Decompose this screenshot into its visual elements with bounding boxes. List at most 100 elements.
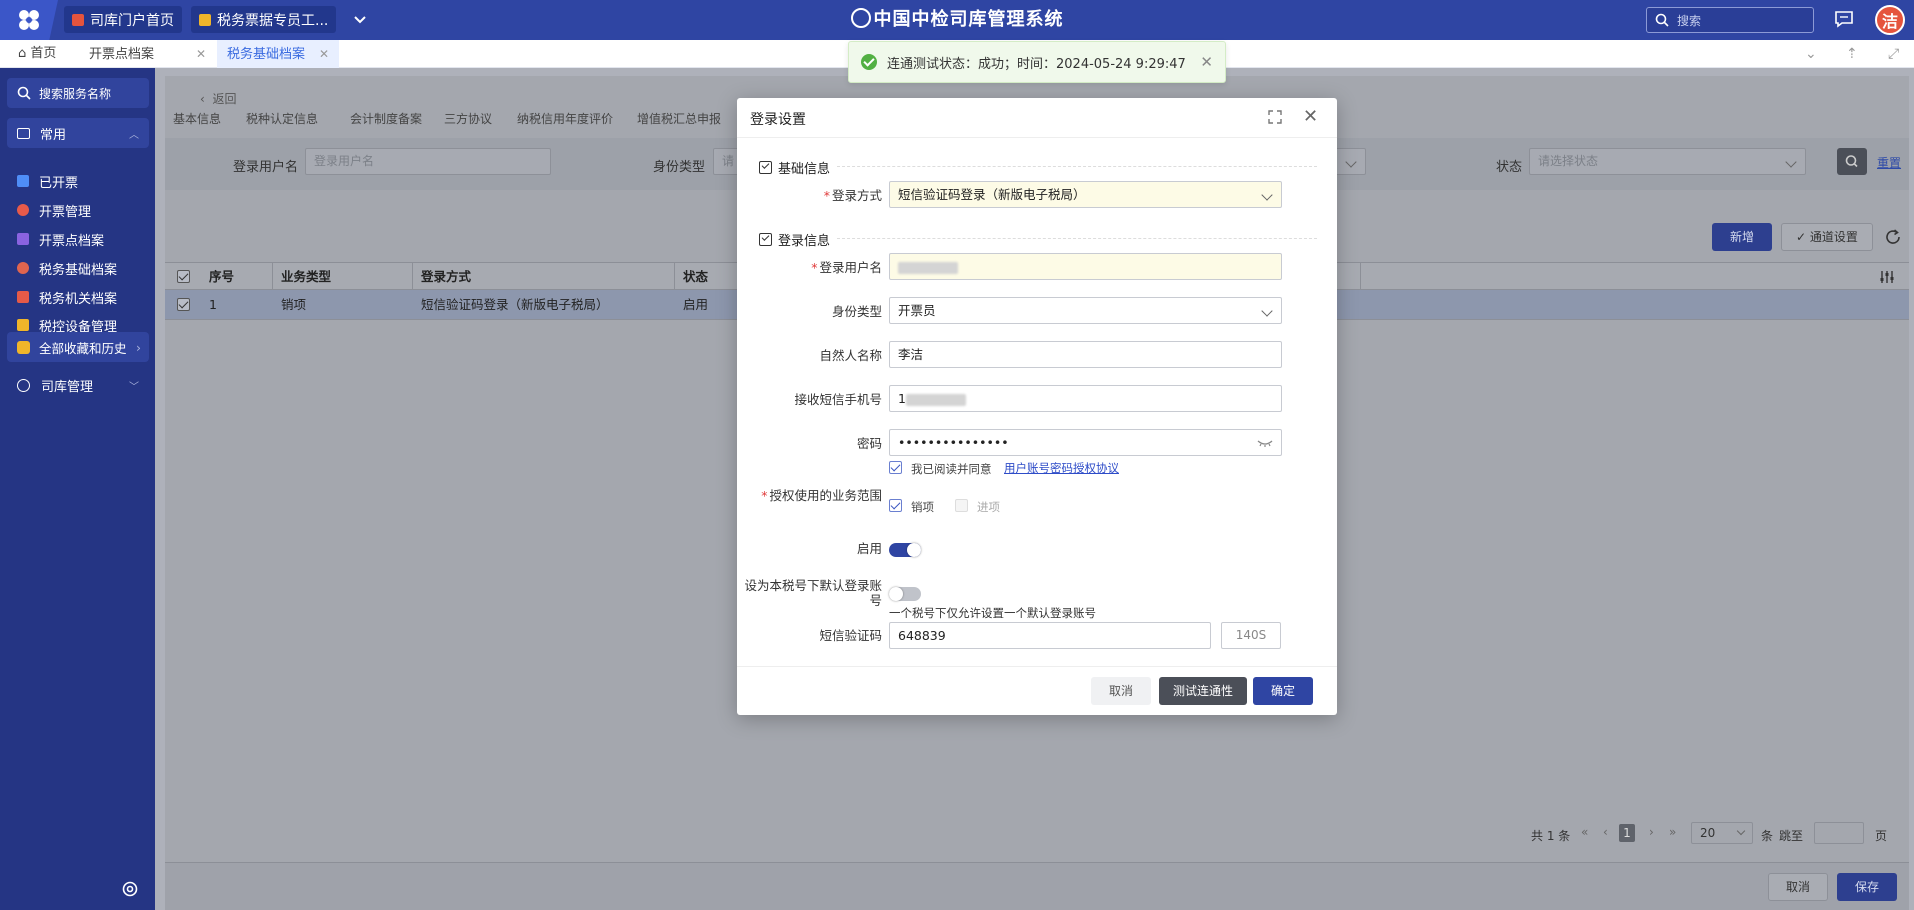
subtab-tripartite[interactable]: 三方协议 bbox=[444, 110, 492, 127]
row-checkbox[interactable] bbox=[177, 298, 190, 311]
input-value: 648839 bbox=[898, 628, 946, 643]
chevron-up-icon: ︿ bbox=[129, 129, 139, 141]
bottom-save-button[interactable]: 保存 bbox=[1837, 873, 1897, 901]
scope-input-checkbox bbox=[955, 499, 968, 512]
user-avatar[interactable]: 洁 bbox=[1875, 5, 1905, 35]
subtab-tax-type[interactable]: 税种认定信息 bbox=[246, 110, 318, 127]
label-text: 登录用户名 bbox=[819, 260, 882, 275]
test-connection-button[interactable]: 测试连通性 bbox=[1159, 677, 1247, 705]
top-tab-portal[interactable]: 司库门户首页 bbox=[64, 6, 182, 33]
global-search-input[interactable]: 搜索 bbox=[1646, 7, 1814, 33]
collapse-icon[interactable] bbox=[759, 233, 772, 246]
col-status: 状态 bbox=[683, 269, 709, 284]
idtype-select[interactable]: 开票员 bbox=[889, 297, 1282, 324]
sms-label: 短信验证码 bbox=[737, 628, 882, 643]
back-link[interactable]: ‹ 返回 bbox=[200, 90, 236, 107]
fullscreen-icon[interactable]: ⤢ bbox=[1888, 46, 1899, 62]
sidebar-item-tax-authority[interactable]: 税务机关档案 bbox=[0, 283, 155, 311]
pager-current[interactable]: 1 bbox=[1619, 824, 1635, 842]
bottom-cancel-button[interactable]: 取消 bbox=[1768, 873, 1828, 901]
scope-output-checkbox[interactable] bbox=[889, 499, 902, 512]
filter-username-input[interactable]: 登录用户名 bbox=[305, 148, 551, 175]
default-toggle[interactable] bbox=[889, 587, 921, 601]
scope-label: * 授权使用的业务范围 bbox=[761, 488, 882, 503]
close-icon[interactable]: ✕ bbox=[1200, 53, 1213, 71]
upload-icon[interactable]: ⇡ bbox=[1846, 46, 1858, 62]
password-input[interactable]: ••••••••••••••• bbox=[889, 429, 1282, 456]
cell-business: 销项 bbox=[281, 297, 307, 312]
sidebar-favorites[interactable]: 全部收藏和历史 › bbox=[7, 332, 149, 362]
username-input[interactable] bbox=[889, 253, 1282, 280]
tab-tax-basic[interactable]: 税务基础档案 ✕ bbox=[217, 40, 340, 68]
tab-invoice-point[interactable]: 开票点档案 ✕ bbox=[79, 40, 216, 68]
page-size-select[interactable]: 20 bbox=[1691, 822, 1753, 844]
document-icon bbox=[17, 233, 29, 245]
sidebar-item-invoice-point[interactable]: 开票点档案 bbox=[0, 225, 155, 253]
input-value: 李洁 bbox=[898, 347, 924, 362]
sidebar-item-issued[interactable]: 已开票 bbox=[0, 167, 155, 195]
column-settings-icon[interactable] bbox=[1879, 270, 1895, 284]
label-text: 接收短信手机号 bbox=[794, 392, 882, 407]
person-name-input[interactable]: 李洁 bbox=[889, 341, 1282, 368]
device-icon bbox=[17, 319, 29, 331]
reset-link[interactable]: 重置 bbox=[1877, 154, 1901, 171]
sidebar-item-tax-basic[interactable]: 税务基础档案 bbox=[0, 254, 155, 282]
last-page-icon[interactable]: » bbox=[1669, 825, 1676, 839]
sidebar-item-treasury[interactable]: 司库管理 ﹀ bbox=[0, 371, 155, 399]
pager-total: 共 1 条 bbox=[1531, 829, 1571, 843]
filter-username-label: 登录用户名 bbox=[233, 160, 299, 175]
phone-input[interactable]: 1 bbox=[889, 385, 1282, 412]
collapse-icon[interactable] bbox=[759, 161, 772, 174]
dialog-footer: 取消 测试连通性 确定 bbox=[737, 666, 1337, 715]
next-page-icon[interactable]: › bbox=[1649, 825, 1654, 839]
message-icon[interactable] bbox=[1834, 10, 1854, 28]
col-business: 业务类型 bbox=[273, 263, 413, 290]
dialog-cancel-button[interactable]: 取消 bbox=[1091, 677, 1151, 705]
default-hint: 一个税号下仅允许设置一个默认登录账号 bbox=[889, 606, 1096, 620]
app-logo[interactable] bbox=[0, 0, 58, 40]
chevron-down-icon[interactable] bbox=[353, 13, 367, 27]
page-jump-input[interactable] bbox=[1814, 822, 1864, 844]
dialog-confirm-button[interactable]: 确定 bbox=[1253, 677, 1313, 705]
sidebar-group-common[interactable]: 常用 ︿ bbox=[7, 118, 149, 148]
chevron-down-icon[interactable]: ⌄ bbox=[1805, 46, 1817, 62]
expand-icon[interactable] bbox=[1268, 110, 1282, 124]
label-text: 短信验证码 bbox=[819, 628, 882, 643]
prev-page-icon[interactable]: ‹ bbox=[1603, 825, 1608, 839]
subtab-credit[interactable]: 纳税信用年度评价 bbox=[517, 110, 613, 127]
page-size-value: 20 bbox=[1700, 826, 1716, 840]
sms-code-input[interactable]: 648839 bbox=[889, 622, 1211, 649]
grid-icon bbox=[17, 175, 29, 187]
sidebar-search[interactable]: 搜索服务名称 bbox=[7, 78, 149, 108]
subtab-basic[interactable]: 基本信息 bbox=[173, 110, 221, 127]
close-icon[interactable]: ✕ bbox=[196, 47, 206, 61]
label-text: 密码 bbox=[856, 436, 882, 451]
eye-closed-icon[interactable] bbox=[1257, 438, 1273, 448]
agree-checkbox[interactable] bbox=[889, 461, 902, 474]
phone-label: 接收短信手机号 bbox=[737, 392, 882, 407]
settings-icon[interactable] bbox=[121, 880, 139, 898]
channel-settings-button[interactable]: ✓ 通道设置 bbox=[1781, 223, 1873, 251]
subtab-vat[interactable]: 增值税汇总申报 bbox=[637, 110, 721, 127]
tab-home[interactable]: ⌂ 首页 bbox=[8, 40, 66, 68]
new-button[interactable]: 新增 bbox=[1712, 223, 1772, 251]
search-button[interactable] bbox=[1837, 148, 1867, 175]
agreement-link[interactable]: 用户账号密码授权协议 bbox=[1004, 460, 1119, 476]
subtab-accounting[interactable]: 会计制度备案 bbox=[350, 110, 422, 127]
close-icon[interactable]: ✕ bbox=[1303, 108, 1318, 126]
sms-countdown-button[interactable]: 140S bbox=[1221, 622, 1281, 649]
nodes-icon bbox=[17, 262, 29, 274]
select-all-checkbox[interactable] bbox=[177, 270, 190, 283]
first-page-icon[interactable]: « bbox=[1581, 825, 1588, 839]
label-text: 身份类型 bbox=[831, 304, 882, 319]
top-tab-tax[interactable]: 税务票据专员工... bbox=[191, 6, 337, 33]
sidebar-item-invoice-mgmt[interactable]: 开票管理 bbox=[0, 196, 155, 224]
divider bbox=[837, 166, 1317, 167]
login-method-select[interactable]: 短信验证码登录（新版电子税局） bbox=[889, 181, 1282, 208]
refresh-icon[interactable] bbox=[1884, 228, 1902, 246]
enable-toggle[interactable] bbox=[889, 543, 921, 557]
sidebar-group-label: 常用 bbox=[40, 127, 67, 143]
filter-status-label: 状态 bbox=[1496, 160, 1523, 175]
close-icon[interactable]: ✕ bbox=[319, 47, 329, 61]
filter-status-select[interactable]: 请选择状态 bbox=[1529, 148, 1806, 175]
